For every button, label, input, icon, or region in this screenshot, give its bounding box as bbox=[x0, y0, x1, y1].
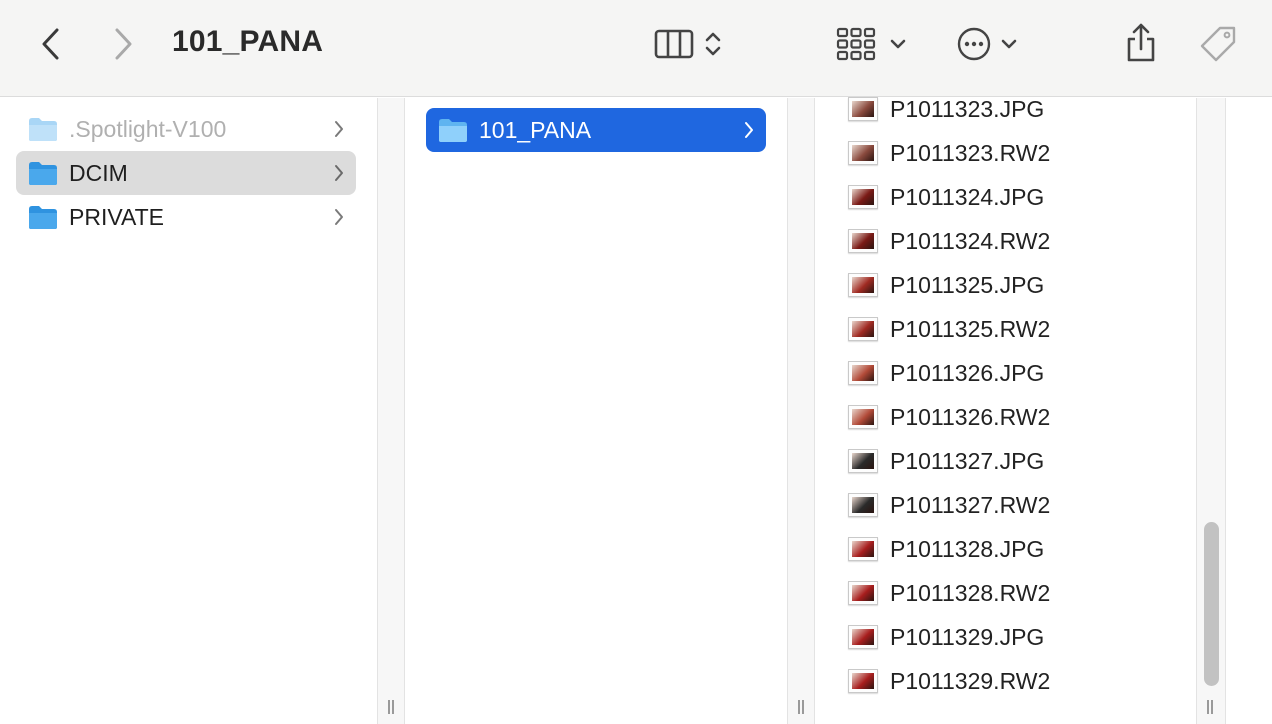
image-thumbnail-icon bbox=[848, 361, 878, 385]
folder-icon bbox=[29, 162, 57, 185]
image-thumbnail-icon bbox=[848, 669, 878, 693]
file-list-item[interactable]: P1011327.JPG bbox=[848, 439, 1044, 483]
thumbnail-fill bbox=[852, 453, 874, 469]
thumbnail-fill bbox=[852, 233, 874, 249]
image-thumbnail-icon bbox=[848, 537, 878, 561]
thumbnail-fill bbox=[852, 629, 874, 645]
chevron-right-icon bbox=[115, 28, 132, 60]
file-name: P1011326.RW2 bbox=[890, 403, 1051, 430]
view-mode-button[interactable] bbox=[648, 24, 728, 64]
folder-item-spotlight[interactable]: .Spotlight-V100 bbox=[16, 107, 356, 151]
chevron-right-icon bbox=[335, 165, 343, 181]
folder-item-dcim[interactable]: DCIM bbox=[16, 151, 356, 195]
column-2: 101_PANA bbox=[405, 98, 787, 724]
vertical-scrollbar[interactable] bbox=[1204, 522, 1219, 686]
file-list-item[interactable]: P1011324.RW2 bbox=[848, 219, 1050, 263]
file-name: P1011329.JPG bbox=[890, 623, 1045, 650]
chevron-updown-icon bbox=[705, 32, 721, 56]
file-name: P1011329.RW2 bbox=[890, 667, 1051, 694]
thumbnail-fill bbox=[852, 409, 874, 425]
folder-icon bbox=[29, 206, 57, 229]
column-resize-divider[interactable] bbox=[787, 98, 815, 724]
file-list-item[interactable]: P1011326.JPG bbox=[848, 351, 1044, 395]
image-thumbnail-icon bbox=[848, 273, 878, 297]
file-list-item[interactable]: P1011328.RW2 bbox=[848, 571, 1050, 615]
folder-icon bbox=[29, 118, 57, 141]
thumbnail-fill bbox=[852, 277, 874, 293]
file-name: P1011323.RW2 bbox=[890, 139, 1051, 166]
image-thumbnail-icon bbox=[848, 317, 878, 341]
folder-label: PRIVATE bbox=[69, 203, 164, 230]
column-resize-divider[interactable] bbox=[377, 98, 405, 724]
image-thumbnail-icon bbox=[848, 581, 878, 605]
resize-grip-icon bbox=[797, 700, 805, 714]
group-button[interactable] bbox=[832, 24, 910, 64]
chevron-right-icon bbox=[335, 209, 343, 225]
thumbnail-fill bbox=[852, 321, 874, 337]
file-name: P1011326.JPG bbox=[890, 359, 1045, 386]
file-list-item[interactable]: P1011323.RW2 bbox=[848, 131, 1050, 175]
folder-label: .Spotlight-V100 bbox=[69, 115, 227, 142]
thumbnail-fill bbox=[852, 673, 874, 689]
file-name: P1011324.RW2 bbox=[890, 227, 1051, 254]
chevron-down-icon bbox=[1001, 39, 1017, 49]
chevron-down-icon bbox=[890, 39, 906, 49]
chevron-left-icon bbox=[42, 28, 59, 60]
folder-item-101-pana[interactable]: 101_PANA bbox=[426, 108, 766, 152]
file-list-item[interactable]: P1011325.RW2 bbox=[848, 307, 1050, 351]
folder-icon bbox=[439, 119, 467, 142]
toolbar: 101_PANA bbox=[0, 0, 1272, 97]
file-list-item[interactable]: P1011323.JPG bbox=[848, 87, 1044, 131]
file-list-item[interactable]: P1011328.JPG bbox=[848, 527, 1044, 571]
file-list-item[interactable]: P1011324.JPG bbox=[848, 175, 1044, 219]
thumbnail-fill bbox=[852, 365, 874, 381]
file-list-item[interactable]: P1011327.RW2 bbox=[848, 483, 1050, 527]
back-button[interactable] bbox=[34, 24, 68, 64]
forward-button[interactable] bbox=[106, 24, 140, 64]
thumbnail-fill bbox=[852, 145, 874, 161]
chevron-right-icon bbox=[745, 122, 753, 138]
ellipsis-circle-icon bbox=[957, 27, 991, 61]
file-name: P1011328.JPG bbox=[890, 535, 1045, 562]
folder-item-private[interactable]: PRIVATE bbox=[16, 195, 356, 239]
file-list-item[interactable]: P1011325.JPG bbox=[848, 263, 1044, 307]
image-thumbnail-icon bbox=[848, 185, 878, 209]
file-list-item[interactable]: P1011329.RW2 bbox=[848, 659, 1050, 703]
file-name: P1011323.JPG bbox=[890, 95, 1045, 122]
tag-button[interactable] bbox=[1194, 22, 1242, 66]
folder-label: 101_PANA bbox=[479, 116, 592, 143]
more-actions-button[interactable] bbox=[950, 24, 1024, 64]
file-list-item[interactable]: P1011326.RW2 bbox=[848, 395, 1050, 439]
image-thumbnail-icon bbox=[848, 493, 878, 517]
chevron-right-icon bbox=[335, 121, 343, 137]
image-thumbnail-icon bbox=[848, 97, 878, 121]
image-thumbnail-icon bbox=[848, 229, 878, 253]
file-name: P1011327.JPG bbox=[890, 447, 1045, 474]
thumbnail-fill bbox=[852, 101, 874, 117]
image-thumbnail-icon bbox=[848, 449, 878, 473]
image-thumbnail-icon bbox=[848, 625, 878, 649]
file-name: P1011325.RW2 bbox=[890, 315, 1051, 342]
folder-label: DCIM bbox=[69, 159, 128, 186]
window-title: 101_PANA bbox=[172, 25, 324, 58]
resize-grip-icon bbox=[1206, 700, 1214, 714]
file-name: P1011327.RW2 bbox=[890, 491, 1051, 518]
image-thumbnail-icon bbox=[848, 141, 878, 165]
file-name: P1011325.JPG bbox=[890, 271, 1045, 298]
tag-icon bbox=[1200, 26, 1236, 62]
image-thumbnail-icon bbox=[848, 405, 878, 429]
thumbnail-fill bbox=[852, 585, 874, 601]
column-1: .Spotlight-V100 DCIM PRIVATE bbox=[0, 98, 377, 724]
thumbnail-fill bbox=[852, 541, 874, 557]
thumbnail-fill bbox=[852, 189, 874, 205]
file-name: P1011324.JPG bbox=[890, 183, 1045, 210]
grid-group-icon bbox=[836, 27, 876, 61]
thumbnail-fill bbox=[852, 497, 874, 513]
share-button[interactable] bbox=[1120, 20, 1162, 66]
file-list-item[interactable]: P1011329.JPG bbox=[848, 615, 1044, 659]
columns-view-icon bbox=[654, 29, 694, 59]
file-name: P1011328.RW2 bbox=[890, 579, 1051, 606]
share-icon bbox=[1127, 23, 1155, 62]
resize-grip-icon bbox=[387, 700, 395, 714]
